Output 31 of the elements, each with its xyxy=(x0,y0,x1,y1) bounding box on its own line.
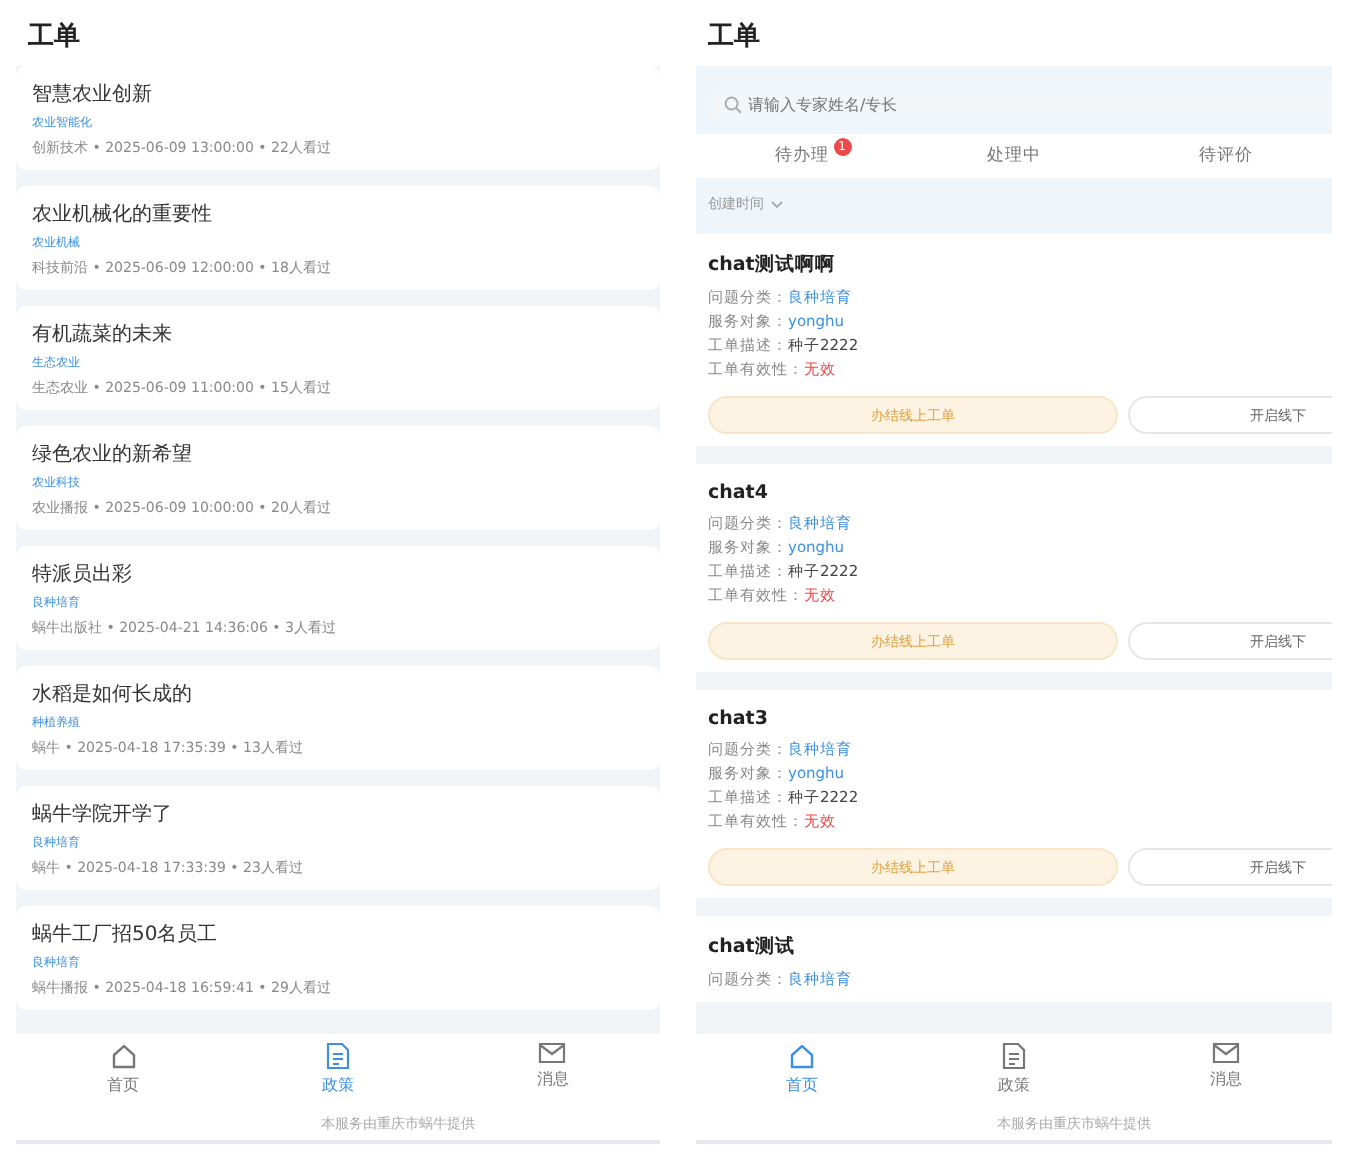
home-icon xyxy=(109,1042,138,1070)
article-title: 蜗牛学院开学了 xyxy=(32,801,172,828)
home-icon xyxy=(788,1042,816,1070)
status-tab[interactable]: 待评价 xyxy=(1120,134,1332,178)
search-icon xyxy=(724,95,742,113)
search-field[interactable]: 请输入专家姓名/专长 xyxy=(708,82,1332,126)
article-title: 特派员出彩 xyxy=(32,561,132,588)
status-tab[interactable]: 处理中 xyxy=(908,134,1120,178)
article-title: 有机蔬菜的未来 xyxy=(32,321,172,348)
nav-tab[interactable]: 消息 xyxy=(1120,1042,1332,1110)
article-title: 蜗牛工厂招50名员工 xyxy=(32,921,218,948)
nav-tab[interactable]: 首页 xyxy=(696,1042,908,1110)
nav-tab[interactable]: 消息 xyxy=(445,1042,660,1110)
nav-tab[interactable]: 政策 xyxy=(230,1042,446,1110)
envelope-icon xyxy=(538,1042,567,1064)
ticket-title: chat测试 xyxy=(708,934,795,960)
article-title: 农业机械化的重要性 xyxy=(32,201,212,228)
envelope-icon xyxy=(1212,1042,1240,1064)
article-title: 水稻是如何长成的 xyxy=(32,681,192,708)
caret-icon xyxy=(770,199,784,209)
article-title: 智慧农业创新 xyxy=(32,81,152,108)
article-title: 绿色农业的新希望 xyxy=(32,441,192,468)
document-icon xyxy=(325,1042,350,1070)
document-icon xyxy=(1002,1042,1026,1070)
ticket-title: chat测试啊啊 xyxy=(708,252,835,278)
nav-tab[interactable]: 政策 xyxy=(908,1042,1120,1110)
ticket-title: chat4 xyxy=(708,482,768,504)
ticket-title: chat3 xyxy=(708,708,768,730)
nav-tab[interactable]: 首页 xyxy=(16,1042,231,1110)
page-title: 工单 xyxy=(706,20,762,56)
page-title: 工单 xyxy=(26,20,82,56)
